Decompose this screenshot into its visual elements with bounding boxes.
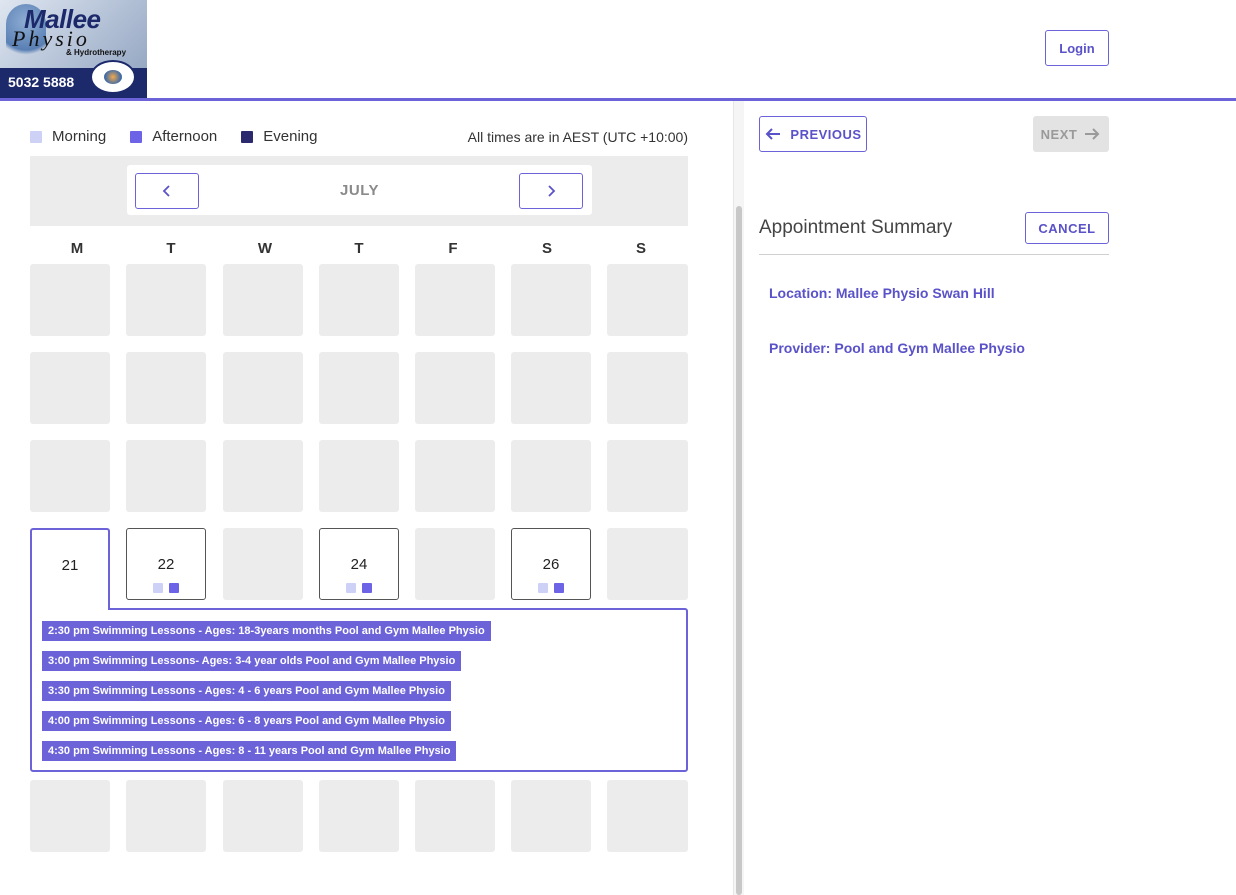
weekday-thu: T xyxy=(354,240,364,257)
calendar-empty-cell xyxy=(415,780,495,852)
availability-dots xyxy=(320,583,398,593)
calendar-day-24[interactable]: 24 xyxy=(319,528,399,600)
site-header: Mallee Physio & Hydrotherapy 5032 5888 L… xyxy=(0,0,1236,98)
legend-morning: Morning xyxy=(30,128,106,145)
previous-button-label: PREVIOUS xyxy=(790,126,862,142)
legend-afternoon: Afternoon xyxy=(130,128,217,145)
morning-availability-icon xyxy=(538,583,548,593)
calendar-empty-cell xyxy=(319,440,399,512)
summary-divider xyxy=(759,254,1109,255)
calendar-empty-cell xyxy=(126,440,206,512)
time-slots-panel: 2:30 pm Swimming Lessons - Ages: 18-3yea… xyxy=(30,608,688,772)
legend-label-morning: Morning xyxy=(52,128,107,145)
calendar-empty-cell xyxy=(30,352,110,424)
weekday-tue: T xyxy=(166,240,176,257)
calendar-empty-cell xyxy=(30,780,110,852)
morning-availability-icon xyxy=(153,583,163,593)
month-navigation: JULY xyxy=(127,165,592,215)
time-slot-button[interactable]: 4:30 pm Swimming Lessons - Ages: 8 - 11 … xyxy=(42,741,457,761)
calendar-empty-cell xyxy=(607,352,688,424)
time-slot-button[interactable]: 3:00 pm Swimming Lessons- Ages: 3-4 year… xyxy=(42,651,462,671)
month-navigation-bar: JULY xyxy=(30,156,688,226)
calendar-empty-cell xyxy=(30,264,110,336)
next-button[interactable]: NEXT xyxy=(1033,116,1109,152)
logo-phone: 5032 5888 xyxy=(8,74,75,90)
arrow-right-icon xyxy=(1085,128,1100,140)
calendar-empty-cell xyxy=(511,440,591,512)
calendar-empty-cell xyxy=(511,780,591,852)
calendar-empty-cell xyxy=(415,528,495,600)
calendar-empty-cell xyxy=(607,528,688,600)
calendar-empty-cell xyxy=(511,264,591,336)
calendar-empty-cell xyxy=(511,352,591,424)
legend-evening: Evening xyxy=(241,128,317,145)
cancel-button[interactable]: CANCEL xyxy=(1025,212,1109,244)
calendar-empty-cell xyxy=(223,528,303,600)
weekday-wed: W xyxy=(257,240,273,257)
mallee-physio-logo[interactable]: Mallee Physio & Hydrotherapy 5032 5888 xyxy=(0,0,147,98)
calendar-empty-cell xyxy=(319,264,399,336)
month-label: JULY xyxy=(340,182,379,199)
weekday-sat: S xyxy=(541,240,552,257)
summary-provider[interactable]: Provider: Pool and Gym Mallee Physio xyxy=(769,340,1025,356)
calendar-empty-cell xyxy=(126,352,206,424)
afternoon-availability-icon xyxy=(169,583,179,593)
calendar-empty-cell xyxy=(223,264,303,336)
calendar-empty-cell xyxy=(30,440,110,512)
calendar-empty-cell xyxy=(415,264,495,336)
day-number: 24 xyxy=(350,556,368,573)
calendar-day-26[interactable]: 26 xyxy=(511,528,591,600)
chevron-right-icon xyxy=(548,185,556,197)
calendar-empty-cell xyxy=(607,264,688,336)
weekday-fri: F xyxy=(448,240,458,257)
calendar-empty-cell xyxy=(415,352,495,424)
arrow-left-icon xyxy=(765,128,781,140)
login-button[interactable]: Login xyxy=(1045,30,1109,66)
time-slot-button[interactable]: 4:00 pm Swimming Lessons - Ages: 6 - 8 y… xyxy=(42,711,451,731)
morning-availability-icon xyxy=(346,583,356,593)
calendar-empty-cell xyxy=(223,352,303,424)
timezone-note: All times are in AEST (UTC +10:00) xyxy=(467,129,688,145)
weekday-mon: M xyxy=(70,240,84,257)
day-number: 22 xyxy=(157,556,175,573)
calendar-empty-cell xyxy=(126,264,206,336)
legend-swatch-morning xyxy=(30,130,42,143)
availability-dots xyxy=(127,583,205,593)
day-number: 26 xyxy=(542,556,560,573)
calendar-empty-cell xyxy=(223,440,303,512)
day-number: 21 xyxy=(61,557,79,574)
previous-month-button[interactable] xyxy=(135,173,199,209)
previous-button[interactable]: PREVIOUS xyxy=(759,116,867,152)
weekday-sun: S xyxy=(635,240,646,257)
legend-swatch-evening xyxy=(241,130,254,143)
legend-label-evening: Evening xyxy=(263,128,318,145)
calendar-empty-cell xyxy=(319,780,399,852)
summary-location[interactable]: Location: Mallee Physio Swan Hill xyxy=(769,285,995,301)
legend-swatch-afternoon xyxy=(130,130,143,143)
appointment-summary-title: Appointment Summary xyxy=(759,217,953,238)
time-slot-button[interactable]: 3:30 pm Swimming Lessons - Ages: 4 - 6 y… xyxy=(42,681,451,701)
calendar-day-22[interactable]: 22 xyxy=(126,528,206,600)
healthy-seal-icon xyxy=(90,60,136,94)
legend-label-afternoon: Afternoon xyxy=(152,128,218,145)
header-divider xyxy=(0,98,1236,101)
logo-brand-line3: & Hydrotherapy xyxy=(66,48,127,57)
calendar-empty-cell xyxy=(415,440,495,512)
chevron-left-icon xyxy=(162,185,170,197)
calendar-empty-cell xyxy=(126,780,206,852)
calendar-empty-cell xyxy=(223,780,303,852)
afternoon-availability-icon xyxy=(554,583,564,593)
next-month-button[interactable] xyxy=(519,173,583,209)
time-of-day-legend: Morning Afternoon Evening xyxy=(30,128,341,145)
calendar-empty-cell xyxy=(319,352,399,424)
calendar-empty-cell xyxy=(607,780,688,852)
next-button-label: NEXT xyxy=(1040,126,1078,142)
scrollbar-thumb[interactable] xyxy=(736,206,742,895)
afternoon-availability-icon xyxy=(362,583,372,593)
calendar-day-21[interactable]: 21 xyxy=(30,528,110,610)
calendar-empty-cell xyxy=(607,440,688,512)
availability-dots xyxy=(512,583,590,593)
time-slot-button[interactable]: 2:30 pm Swimming Lessons - Ages: 18-3yea… xyxy=(42,621,491,641)
